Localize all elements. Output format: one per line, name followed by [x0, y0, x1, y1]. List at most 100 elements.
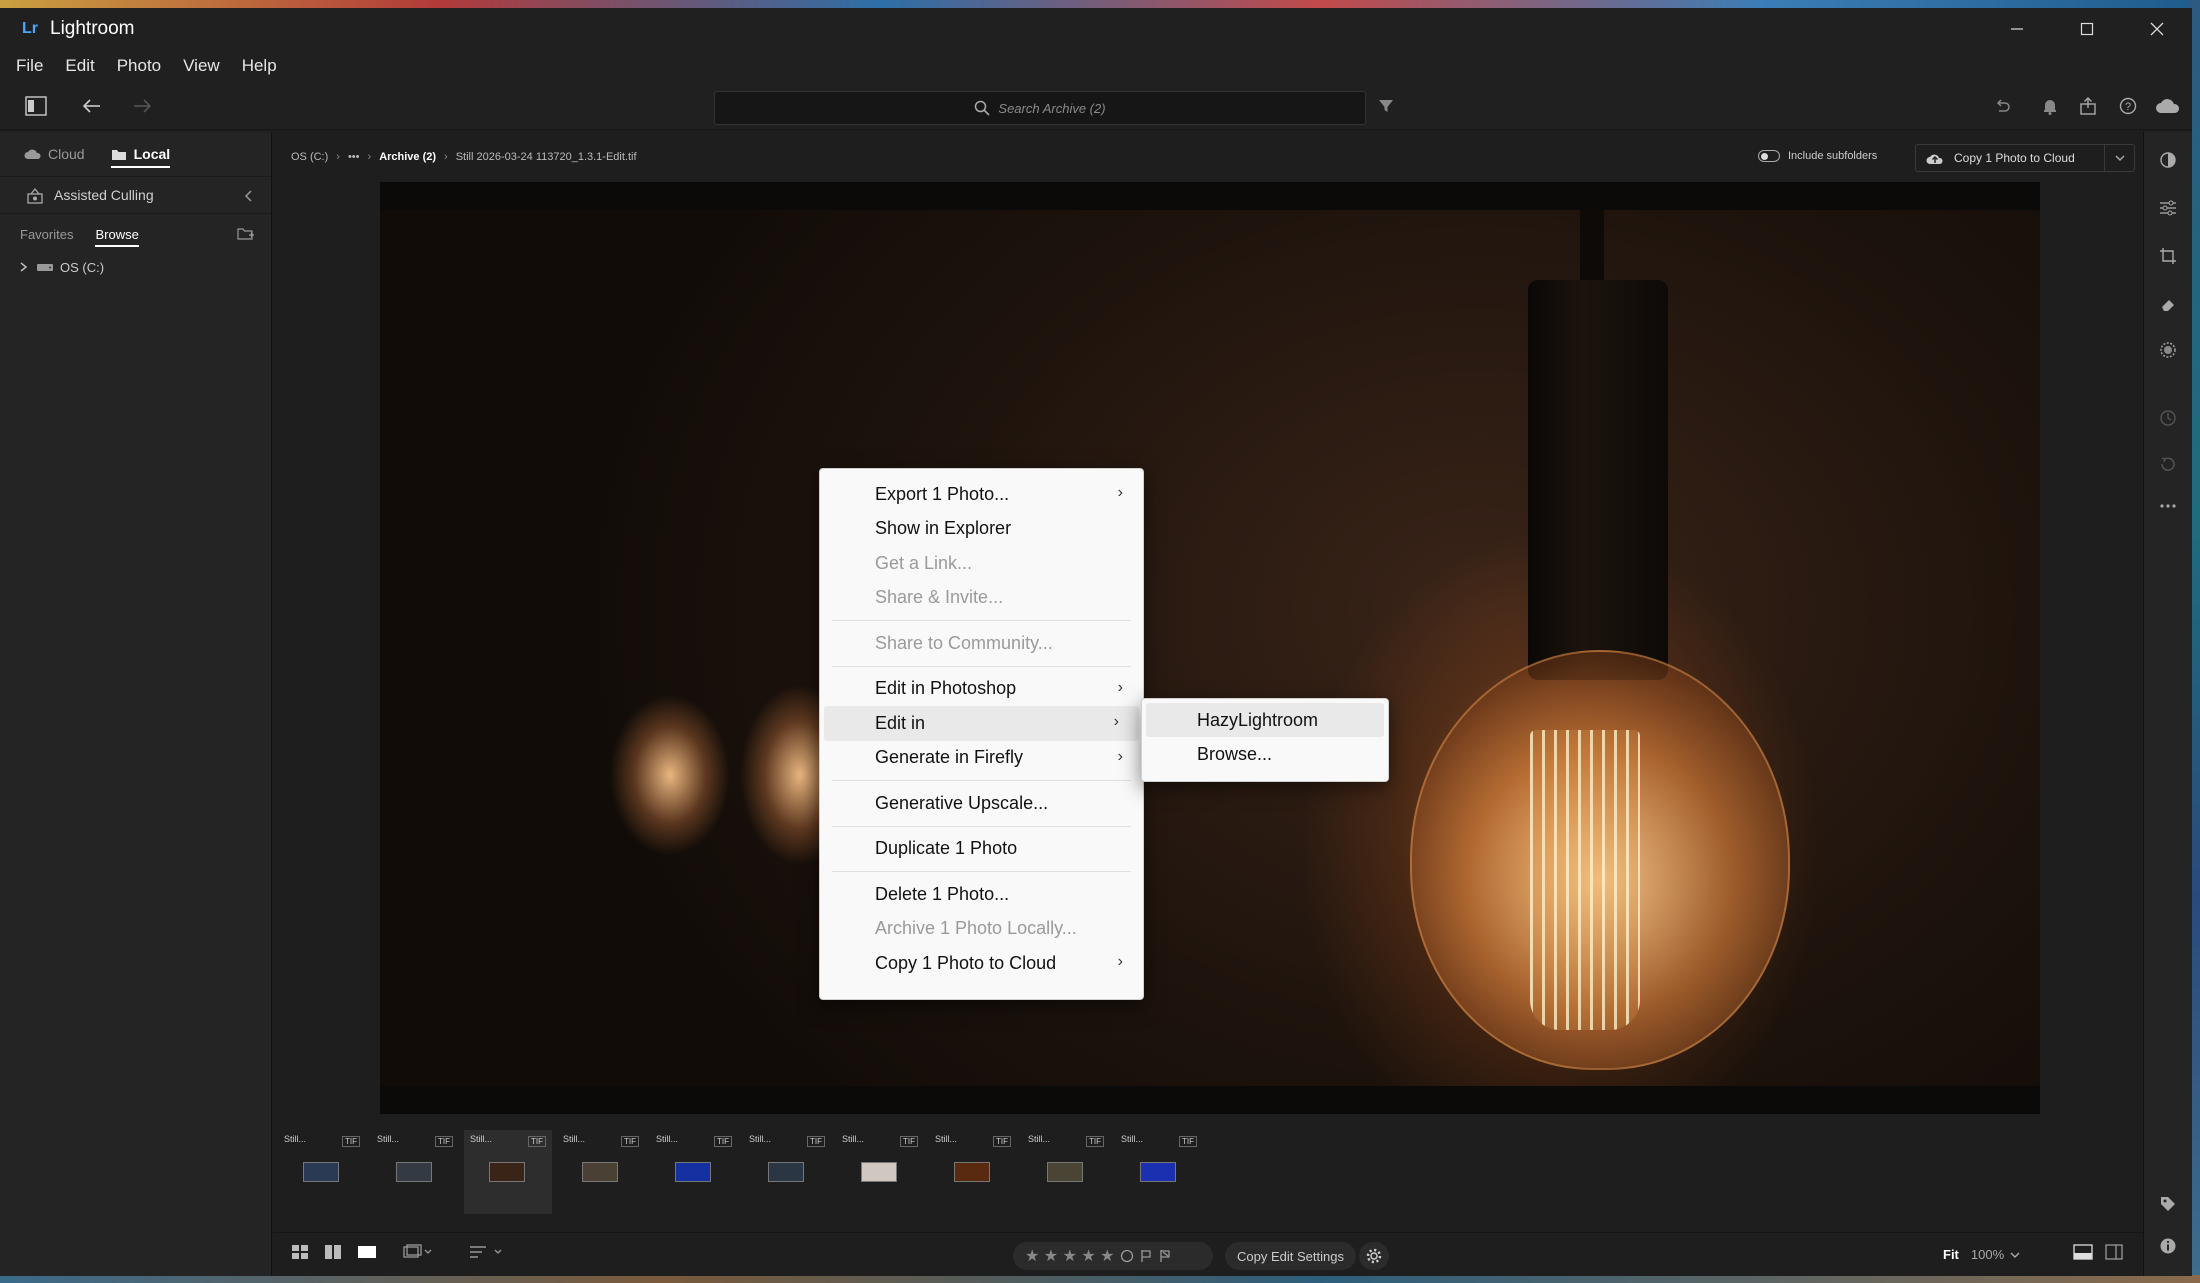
- tab-favorites[interactable]: Favorites: [20, 227, 73, 242]
- versions-button[interactable]: [2156, 406, 2180, 430]
- context-menu-item[interactable]: Export 1 Photo... ›: [820, 477, 1143, 512]
- masking-button[interactable]: [2156, 338, 2180, 362]
- notifications-button[interactable]: [2036, 92, 2064, 120]
- submenu-chevron-icon: ›: [1113, 713, 1119, 730]
- menu-view[interactable]: View: [183, 56, 220, 76]
- menu-file[interactable]: File: [16, 56, 43, 76]
- back-button[interactable]: [78, 92, 106, 120]
- search-input[interactable]: Search Archive (2): [714, 91, 1366, 125]
- photo-loupe[interactable]: [380, 182, 2040, 1114]
- context-menu-item[interactable]: Generate in Firefly ›: [820, 741, 1143, 776]
- menu-edit[interactable]: Edit: [65, 56, 94, 76]
- copy-to-cloud-dropdown[interactable]: [2104, 145, 2134, 171]
- left-panel: Cloud Local Assisted Culling Favorites B…: [0, 132, 272, 1276]
- detail-view-button[interactable]: [357, 1244, 377, 1260]
- thumbnail-name: Still...: [749, 1134, 772, 1144]
- context-menu-item[interactable]: Edit in Photoshop ›: [820, 672, 1143, 707]
- help-button[interactable]: ?: [2114, 92, 2142, 120]
- maximize-icon: [2080, 22, 2094, 36]
- context-menu-item[interactable]: Copy 1 Photo to Cloud ›: [820, 946, 1143, 981]
- zoom-fit-button[interactable]: Fit: [1943, 1247, 1959, 1262]
- copy-to-cloud-button[interactable]: Copy 1 Photo to Cloud: [1915, 144, 2135, 172]
- edit-in-submenu: HazyLightroom Browse...: [1141, 698, 1389, 782]
- compare-panel-button[interactable]: [2105, 1244, 2123, 1260]
- submenu-item-hazylightroom[interactable]: HazyLightroom: [1146, 703, 1384, 737]
- maximize-button[interactable]: [2052, 8, 2122, 50]
- tab-local[interactable]: Local: [110, 146, 171, 168]
- menu-help[interactable]: Help: [242, 56, 277, 76]
- submenu-item-browse[interactable]: Browse...: [1146, 737, 1384, 771]
- add-folder-icon[interactable]: [237, 226, 255, 242]
- thumbnail-image: [861, 1162, 897, 1182]
- collapse-chevron-icon[interactable]: [243, 189, 253, 203]
- info-button[interactable]: [2156, 1234, 2180, 1258]
- assisted-culling-row[interactable]: Assisted Culling: [0, 176, 271, 214]
- context-menu-item[interactable]: Show in Explorer: [820, 512, 1143, 547]
- sort-button[interactable]: [469, 1244, 505, 1260]
- slideshow-button[interactable]: [403, 1244, 433, 1260]
- minimize-button[interactable]: [1982, 8, 2052, 50]
- filmstrip-thumbnail[interactable]: Still... TIF: [464, 1130, 552, 1214]
- context-menu-item[interactable]: Delete 1 Photo...: [820, 877, 1143, 912]
- close-button[interactable]: [2122, 8, 2192, 50]
- context-menu-item-label: Edit in Photoshop: [875, 678, 1017, 699]
- filter-button[interactable]: [1372, 92, 1400, 120]
- tab-cloud[interactable]: Cloud: [24, 146, 85, 162]
- thumbnail-name: Still...: [1028, 1134, 1051, 1144]
- cloud-sync-button[interactable]: [2154, 92, 2182, 120]
- context-menu-item-label: Edit in: [875, 712, 926, 733]
- edit-settings-gear-button[interactable]: [1359, 1242, 1389, 1270]
- undo-button[interactable]: [1988, 92, 2016, 120]
- copy-edit-settings-button[interactable]: Copy Edit Settings: [1225, 1242, 1356, 1270]
- breadcrumb-root[interactable]: OS (C:): [291, 151, 328, 163]
- include-subfolders-toggle[interactable]: Include subfolders: [1758, 150, 1877, 162]
- tree-item-os-drive[interactable]: OS (C:): [0, 254, 271, 280]
- filmstrip: Still... TIF Still... TIF Still... TIF Still..…: [273, 1130, 2143, 1214]
- edit-panel-button[interactable]: [2156, 196, 2180, 220]
- filmstrip-thumbnail[interactable]: Still... TIF: [371, 1130, 459, 1214]
- more-horizontal-icon: [2160, 504, 2176, 508]
- thumbnail-image: [1047, 1162, 1083, 1182]
- context-menu-item[interactable]: Duplicate 1 Photo: [820, 832, 1143, 867]
- filmstrip-thumbnail[interactable]: Still... TIF: [1115, 1130, 1203, 1214]
- filmstrip-thumbnail[interactable]: Still... TIF: [929, 1130, 1017, 1214]
- filmstrip-thumbnail[interactable]: Still... TIF: [278, 1130, 366, 1214]
- grid-view-button[interactable]: [291, 1244, 309, 1260]
- flag-reject-icon[interactable]: [1158, 1249, 1172, 1263]
- context-menu: Export 1 Photo... › Show in Explorer Get a …: [819, 468, 1144, 1000]
- context-menu-item[interactable]: Edit in ›: [824, 706, 1139, 741]
- filmstrip-thumbnail[interactable]: Still... TIF: [836, 1130, 924, 1214]
- toggle-switch[interactable]: [1758, 150, 1780, 162]
- compare-view-button[interactable]: [324, 1244, 342, 1260]
- more-options-button[interactable]: [2156, 494, 2180, 518]
- panel-toggle-button[interactable]: [22, 92, 50, 120]
- color-label-icon[interactable]: [1120, 1249, 1134, 1263]
- detail-view-icon: [358, 1246, 376, 1258]
- zoom-percent[interactable]: 100%: [1971, 1247, 2004, 1262]
- filmstrip-thumbnail[interactable]: Still... TIF: [557, 1130, 645, 1214]
- crop-button[interactable]: [2156, 244, 2180, 268]
- chevron-down-icon[interactable]: [2010, 1251, 2020, 1259]
- filmstrip-thumbnail[interactable]: Still... TIF: [743, 1130, 831, 1214]
- filmstrip-thumbnail[interactable]: Still... TIF: [1022, 1130, 1110, 1214]
- activity-button[interactable]: [2156, 452, 2180, 476]
- tab-browse[interactable]: Browse: [95, 227, 139, 247]
- forward-button[interactable]: [128, 92, 156, 120]
- sort-icon: [470, 1246, 502, 1258]
- filmstrip-toggle-button[interactable]: [2073, 1244, 2093, 1260]
- menu-photo[interactable]: Photo: [117, 56, 161, 76]
- presets-button[interactable]: [2156, 148, 2180, 172]
- bottom-bar: ★ ★ ★ ★ ★ Copy Edit Settings Fit 100%: [273, 1232, 2143, 1276]
- share-button[interactable]: [2074, 92, 2102, 120]
- remove-tool-button[interactable]: [2156, 292, 2180, 316]
- thumbnail-image: [675, 1162, 711, 1182]
- context-menu-item-label: Share & Invite...: [875, 587, 1004, 608]
- filmstrip-thumbnail[interactable]: Still... TIF: [650, 1130, 738, 1214]
- breadcrumb-more[interactable]: •••: [348, 151, 360, 163]
- context-menu-item[interactable]: Generative Upscale...: [820, 786, 1143, 821]
- cloud-icon: [2156, 99, 2180, 113]
- breadcrumb-folder[interactable]: Archive (2): [379, 151, 436, 163]
- flag-pick-icon[interactable]: [1139, 1249, 1153, 1263]
- star-rating[interactable]: ★ ★ ★ ★ ★: [1025, 1246, 1115, 1266]
- keywords-button[interactable]: [2156, 1192, 2180, 1216]
